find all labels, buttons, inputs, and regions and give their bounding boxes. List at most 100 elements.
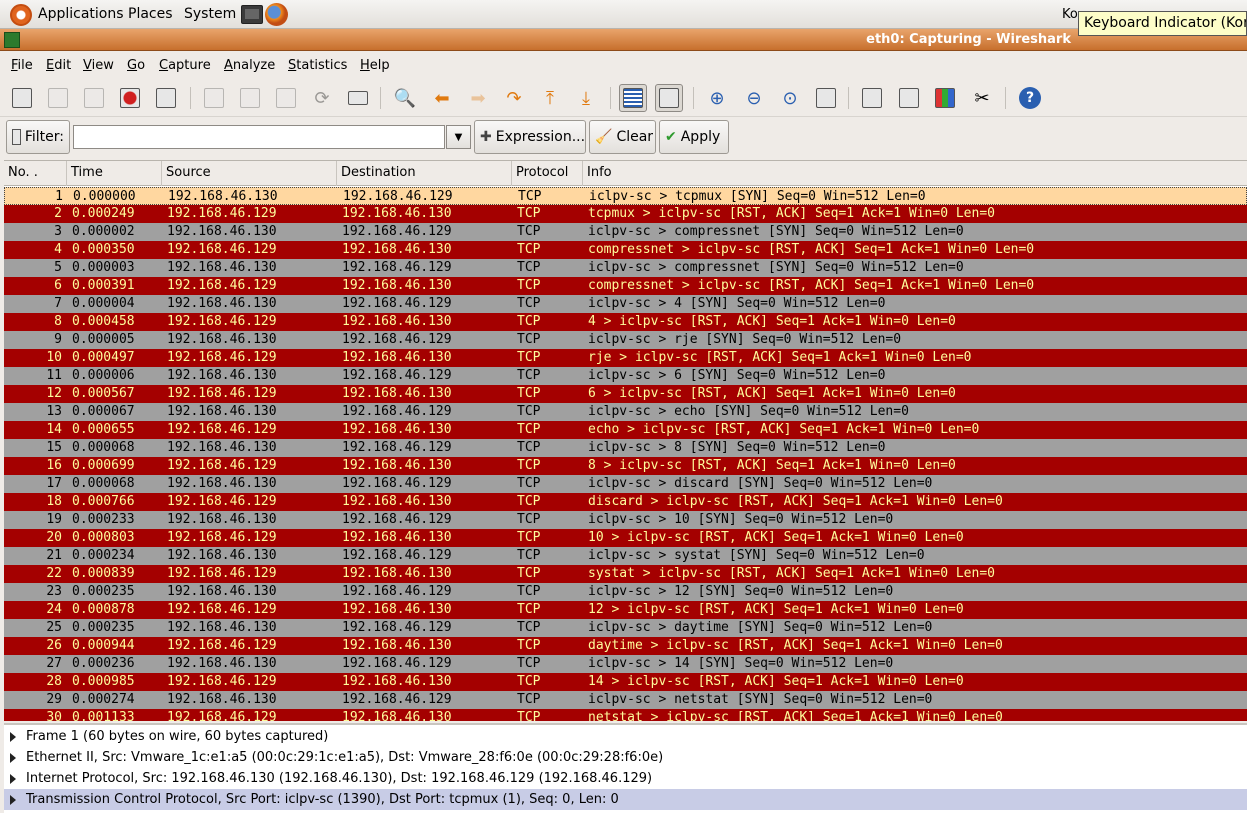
auto-scroll-icon[interactable] xyxy=(655,84,683,112)
packet-list[interactable]: No. . Time Source Destination Protocol I… xyxy=(4,160,1247,721)
resize-columns-icon[interactable] xyxy=(812,84,840,112)
table-row[interactable]: 12 0.000567 192.168.46.129 192.168.46.130 TC… xyxy=(4,385,1247,403)
menu-go[interactable]: Go xyxy=(127,58,145,73)
table-row[interactable]: 23 0.000235 192.168.46.130 192.168.46.129 TC… xyxy=(4,583,1247,601)
table-row[interactable]: 6 0.000391 192.168.46.129 192.168.46.130 TCP… xyxy=(4,277,1247,295)
menu-view[interactable]: View xyxy=(83,58,114,73)
go-last-packet-icon[interactable]: ⤓ xyxy=(572,84,600,112)
menu-statistics[interactable]: Statistics xyxy=(288,58,347,73)
filter-dropdown-icon[interactable]: ▼ xyxy=(446,125,471,149)
table-row[interactable]: 29 0.000274 192.168.46.130 192.168.46.129 TC… xyxy=(4,691,1247,709)
wireshark-app-icon[interactable] xyxy=(4,32,20,48)
table-row[interactable]: 27 0.000236 192.168.46.130 192.168.46.129 TC… xyxy=(4,655,1247,673)
table-row[interactable]: 3 0.000002 192.168.46.130 192.168.46.129 TCP… xyxy=(4,223,1247,241)
colorize-icon[interactable] xyxy=(619,84,647,112)
coloring-rules-icon[interactable] xyxy=(931,84,959,112)
display-filters-icon[interactable] xyxy=(895,84,923,112)
column-header-info[interactable]: Info xyxy=(583,161,1247,186)
table-row[interactable]: 26 0.000944 192.168.46.129 192.168.46.130 TC… xyxy=(4,637,1247,655)
table-row[interactable]: 8 0.000458 192.168.46.129 192.168.46.130 TCP… xyxy=(4,313,1247,331)
keyboard-indicator[interactable]: Ko xyxy=(1062,7,1078,22)
expander-icon[interactable] xyxy=(10,732,16,742)
table-row[interactable]: 15 0.000068 192.168.46.130 192.168.46.129 TC… xyxy=(4,439,1247,457)
filter-button[interactable]: Filter: xyxy=(6,120,70,154)
column-header-destination[interactable]: Destination xyxy=(337,161,512,186)
capture-options-icon[interactable] xyxy=(44,84,72,112)
cell-info: 4 > iclpv-sc [RST, ACK] Seq=1 Ack=1 Win=… xyxy=(588,314,956,329)
detail-row-ethernet[interactable]: Ethernet II, Src: Vmware_1c:e1:a5 (00:0c… xyxy=(4,747,1247,768)
preferences-icon[interactable]: ✂ xyxy=(968,84,996,112)
table-row[interactable]: 11 0.000006 192.168.46.130 192.168.46.129 TC… xyxy=(4,367,1247,385)
close-file-icon[interactable] xyxy=(272,84,300,112)
cell-dst: 192.168.46.130 xyxy=(342,278,452,293)
detail-row-frame[interactable]: Frame 1 (60 bytes on wire, 60 bytes capt… xyxy=(4,726,1247,747)
table-row[interactable]: 7 0.000004 192.168.46.130 192.168.46.129 TCP… xyxy=(4,295,1247,313)
applications-menu[interactable]: Applications xyxy=(38,6,124,22)
zoom-out-icon[interactable]: ⊖ xyxy=(740,84,768,112)
go-first-packet-icon[interactable]: ⤒ xyxy=(536,84,564,112)
window-titlebar[interactable]: eth0: Capturing - Wireshark xyxy=(0,29,1247,51)
menu-edit[interactable]: Edit xyxy=(46,58,71,73)
go-back-icon[interactable]: ⬅ xyxy=(428,84,456,112)
expander-icon[interactable] xyxy=(10,795,16,805)
detail-row-ip[interactable]: Internet Protocol, Src: 192.168.46.130 (… xyxy=(4,768,1247,789)
table-row[interactable]: 1 0.000000 192.168.46.130 192.168.46.129 TCP… xyxy=(4,187,1247,205)
cell-time: 0.000274 xyxy=(72,692,135,707)
places-menu[interactable]: Places xyxy=(128,6,173,22)
column-header-time[interactable]: Time xyxy=(67,161,162,186)
table-row[interactable]: 14 0.000655 192.168.46.129 192.168.46.130 TC… xyxy=(4,421,1247,439)
table-row[interactable]: 24 0.000878 192.168.46.129 192.168.46.130 TC… xyxy=(4,601,1247,619)
table-row[interactable]: 18 0.000766 192.168.46.129 192.168.46.130 TC… xyxy=(4,493,1247,511)
stop-capture-icon[interactable] xyxy=(116,84,144,112)
expander-icon[interactable] xyxy=(10,753,16,763)
column-header-protocol[interactable]: Protocol xyxy=(512,161,583,186)
table-row[interactable]: 10 0.000497 192.168.46.129 192.168.46.130 TC… xyxy=(4,349,1247,367)
firefox-launcher-icon[interactable] xyxy=(265,3,288,26)
table-row[interactable]: 4 0.000350 192.168.46.129 192.168.46.130 TCP… xyxy=(4,241,1247,259)
start-capture-icon[interactable] xyxy=(80,84,108,112)
cell-dst: 192.168.46.129 xyxy=(342,656,452,671)
menu-capture[interactable]: Capture xyxy=(159,58,211,73)
table-row[interactable]: 30 0.001133 192.168.46.129 192.168.46.130 TC… xyxy=(4,709,1247,721)
zoom-normal-icon[interactable]: ⊙ xyxy=(776,84,804,112)
table-row[interactable]: 2 0.000249 192.168.46.129 192.168.46.130 TCP… xyxy=(4,205,1247,223)
find-packet-icon[interactable]: 🔍 xyxy=(391,84,419,112)
table-row[interactable]: 28 0.000985 192.168.46.129 192.168.46.130 TC… xyxy=(4,673,1247,691)
expander-icon[interactable] xyxy=(10,774,16,784)
restart-capture-icon[interactable] xyxy=(152,84,180,112)
reload-icon[interactable]: ⟳ xyxy=(308,84,336,112)
table-row[interactable]: 13 0.000067 192.168.46.130 192.168.46.129 TC… xyxy=(4,403,1247,421)
column-header-no[interactable]: No. . xyxy=(4,161,67,186)
ubuntu-logo-icon[interactable] xyxy=(10,4,32,26)
system-menu[interactable]: System xyxy=(184,6,236,22)
detail-row-tcp[interactable]: Transmission Control Protocol, Src Port:… xyxy=(4,789,1247,810)
cell-proto: TCP xyxy=(517,710,541,721)
apply-button[interactable]: ✔ Apply xyxy=(659,120,729,154)
open-file-icon[interactable] xyxy=(200,84,228,112)
table-row[interactable]: 20 0.000803 192.168.46.129 192.168.46.130 TC… xyxy=(4,529,1247,547)
interfaces-icon[interactable] xyxy=(8,84,36,112)
menu-file[interactable]: File xyxy=(11,58,33,73)
terminal-launcher-icon[interactable] xyxy=(241,5,263,24)
menu-help[interactable]: Help xyxy=(360,58,390,73)
table-row[interactable]: 22 0.000839 192.168.46.129 192.168.46.130 TC… xyxy=(4,565,1247,583)
table-row[interactable]: 17 0.000068 192.168.46.130 192.168.46.129 TC… xyxy=(4,475,1247,493)
filter-input[interactable] xyxy=(73,125,445,149)
zoom-in-icon[interactable]: ⊕ xyxy=(703,84,731,112)
help-icon[interactable]: ? xyxy=(1016,84,1044,112)
print-icon[interactable] xyxy=(344,84,372,112)
capture-filters-icon[interactable] xyxy=(858,84,886,112)
go-forward-icon[interactable]: ➡ xyxy=(464,84,492,112)
clear-button[interactable]: 🧹 Clear xyxy=(589,120,656,154)
save-file-icon[interactable] xyxy=(236,84,264,112)
menu-analyze[interactable]: Analyze xyxy=(224,58,275,73)
table-row[interactable]: 9 0.000005 192.168.46.130 192.168.46.129 TCP… xyxy=(4,331,1247,349)
table-row[interactable]: 16 0.000699 192.168.46.129 192.168.46.130 TC… xyxy=(4,457,1247,475)
table-row[interactable]: 5 0.000003 192.168.46.130 192.168.46.129 TCP… xyxy=(4,259,1247,277)
column-header-source[interactable]: Source xyxy=(162,161,337,186)
go-to-packet-icon[interactable]: ↷ xyxy=(500,84,528,112)
table-row[interactable]: 21 0.000234 192.168.46.130 192.168.46.129 TC… xyxy=(4,547,1247,565)
expression-button[interactable]: ✚ Expression... xyxy=(474,120,586,154)
table-row[interactable]: 19 0.000233 192.168.46.130 192.168.46.129 TC… xyxy=(4,511,1247,529)
table-row[interactable]: 25 0.000235 192.168.46.130 192.168.46.129 TC… xyxy=(4,619,1247,637)
